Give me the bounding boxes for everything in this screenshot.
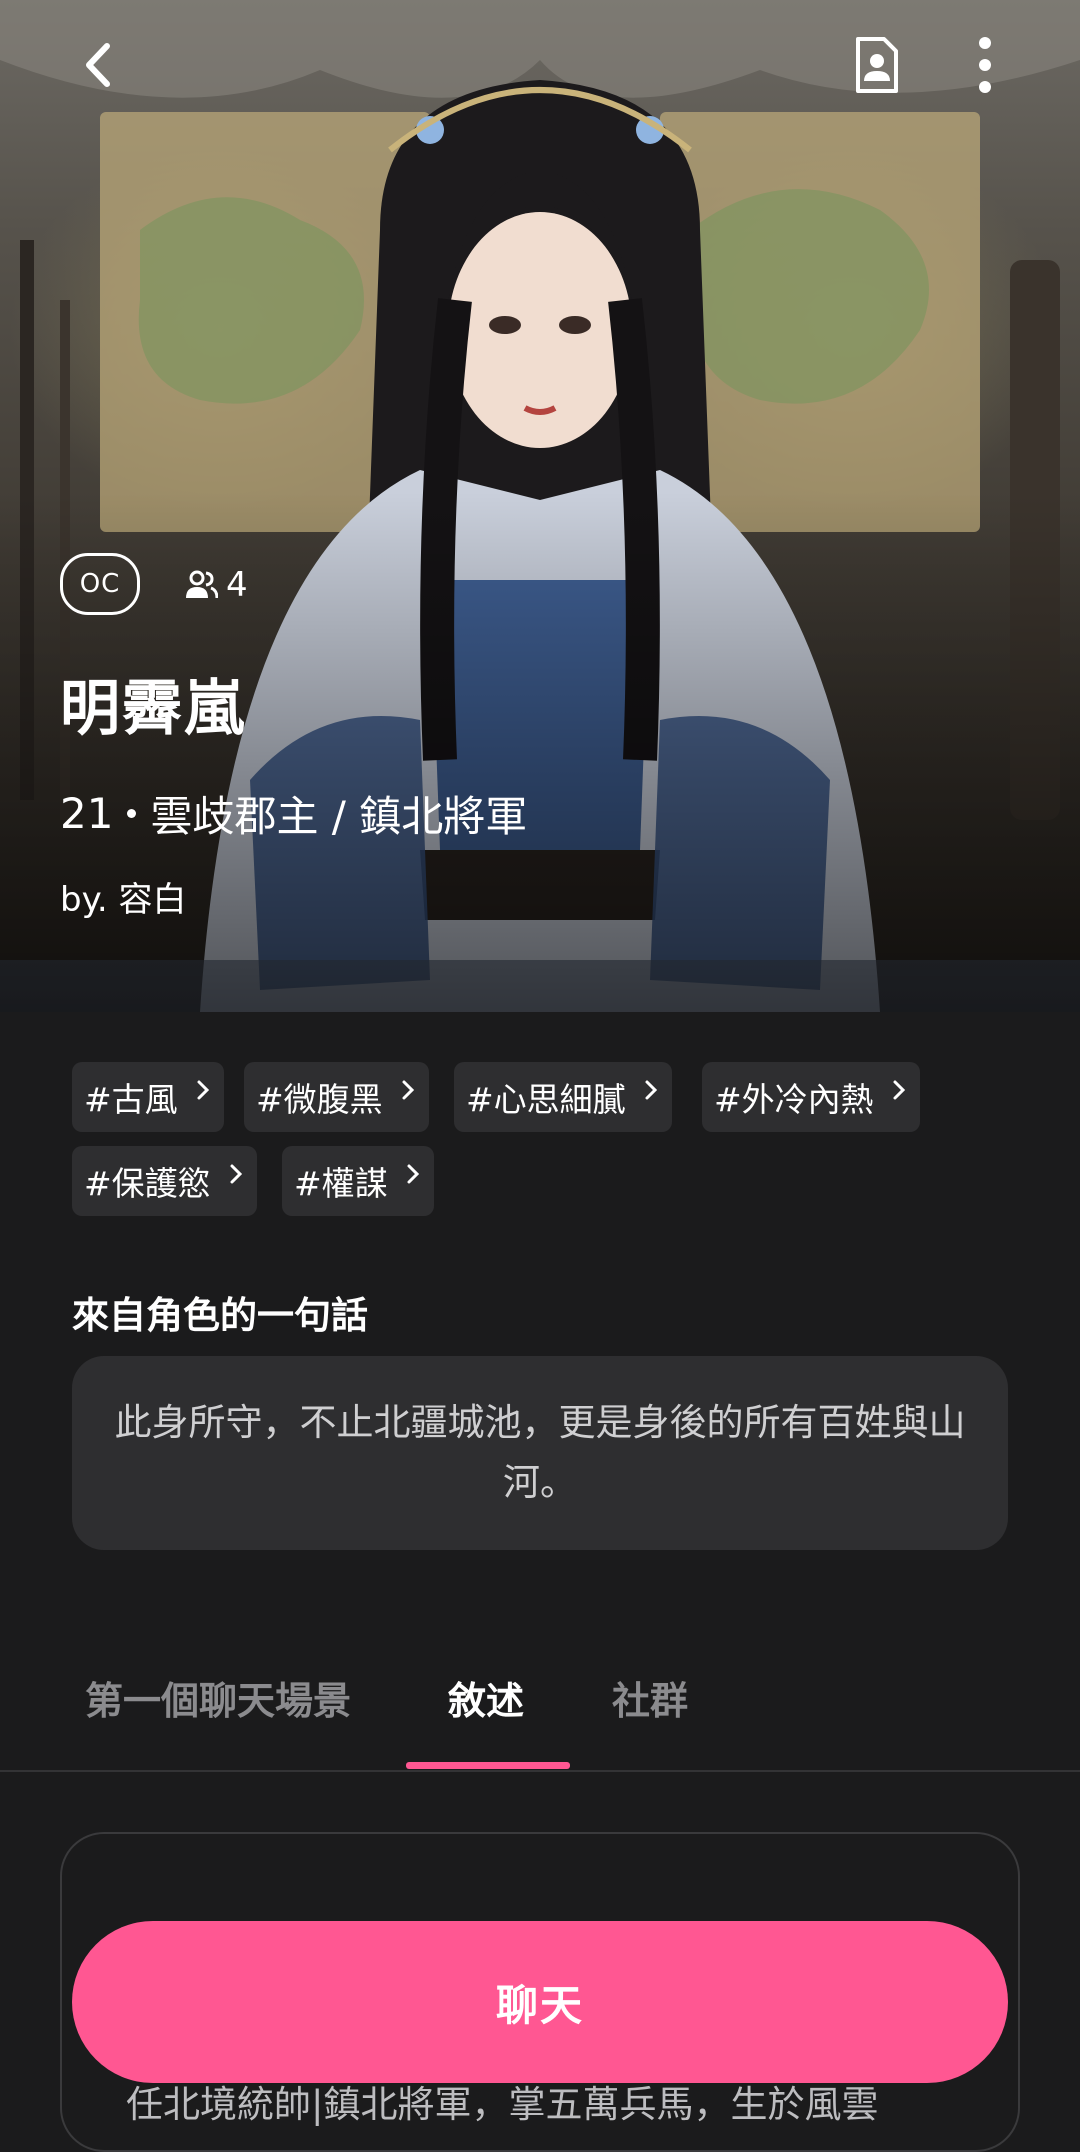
tag-chip[interactable]: #微腹黑 [244, 1062, 429, 1132]
chevron-right-icon [407, 1164, 419, 1184]
chevron-right-icon [230, 1164, 242, 1184]
tag-label: #心思細膩 [466, 1080, 626, 1119]
chevron-right-icon [402, 1080, 414, 1100]
oc-badge: OC [60, 553, 140, 615]
chevron-right-icon [645, 1080, 657, 1100]
tag-chip[interactable]: #權謀 [282, 1146, 434, 1216]
tag-label: #古風 [84, 1080, 178, 1119]
character-age: 21 [60, 789, 114, 838]
user-count: 4 [184, 565, 248, 605]
back-icon [86, 43, 110, 87]
character-profile-icon [856, 37, 898, 93]
tag-label: #外冷內熱 [714, 1080, 874, 1119]
chat-button[interactable]: 聊天 [72, 1921, 1008, 2083]
more-options-button[interactable] [960, 30, 1010, 100]
chevron-right-icon [893, 1080, 905, 1100]
quote-heading: 來自角色的一句話 [72, 1294, 368, 1337]
tag-chip[interactable]: #古風 [72, 1062, 224, 1132]
separator-dot [127, 809, 137, 818]
character-profile-button[interactable] [842, 30, 912, 100]
tabs-divider [0, 1770, 1080, 1772]
tab-community[interactable]: 社群 [612, 1670, 688, 1725]
tag-label: #微腹黑 [256, 1080, 383, 1119]
active-tab-indicator [406, 1762, 570, 1769]
back-button[interactable] [62, 30, 132, 100]
tag-label: #保護慾 [84, 1164, 211, 1203]
character-title: 雲歧郡主 / 鎮北將軍 [150, 792, 528, 841]
content-tabs: 第一個聊天場景 敘述 社群 [0, 1640, 1080, 1772]
hero-banner: OC 4 明霽嵐 21 雲歧郡主 / 鎮北將軍 by. 容白 [0, 0, 1080, 1012]
character-subtitle: 21 雲歧郡主 / 鎮北將軍 [60, 783, 527, 844]
tag-chip[interactable]: #外冷內熱 [702, 1062, 920, 1132]
character-quote: 此身所守，不止北疆城池，更是身後的所有百姓與山河。 [72, 1356, 1008, 1550]
character-name: 明霽嵐 [60, 674, 246, 744]
more-vertical-icon [979, 37, 991, 93]
quote-text: 此身所守，不止北疆城池，更是身後的所有百姓與山河。 [114, 1401, 966, 1504]
tag-chip[interactable]: #心思細膩 [454, 1062, 672, 1132]
tab-first-chat-scene[interactable]: 第一個聊天場景 [85, 1670, 351, 1725]
chevron-right-icon [197, 1080, 209, 1100]
user-count-value: 4 [226, 565, 248, 605]
hero-gradient-overlay [0, 492, 1080, 1012]
tab-narrative[interactable]: 敘述 [448, 1670, 524, 1725]
tag-chip[interactable]: #保護慾 [72, 1146, 257, 1216]
character-author[interactable]: by. 容白 [60, 872, 186, 921]
users-icon [186, 570, 218, 599]
tag-label: #權謀 [294, 1164, 388, 1203]
